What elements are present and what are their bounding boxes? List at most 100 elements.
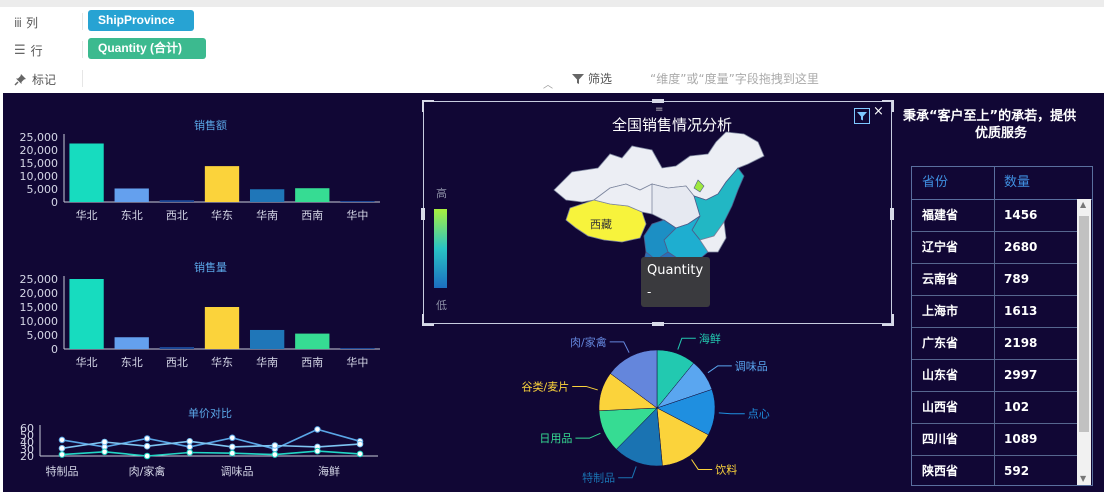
series-point[interactable] — [143, 452, 151, 460]
cell-province: 山西省 — [922, 400, 959, 414]
bar-西南[interactable] — [295, 188, 330, 202]
series-point[interactable] — [143, 435, 151, 442]
series-point[interactable] — [356, 440, 364, 448]
bar-华东[interactable] — [204, 307, 240, 349]
bar-东北[interactable] — [114, 188, 149, 202]
filter-funnel-icon — [572, 73, 584, 84]
sales-volume-bar-chart: 05,00010,00015,00020,00025,000 华北 东北 西北 华东 华南… — [20, 273, 380, 369]
cell-quantity: 592 — [1004, 464, 1030, 478]
bar-西北[interactable] — [159, 347, 195, 349]
table-row[interactable]: 上海市 1613 — [912, 295, 1078, 328]
x-tick-label: 华北 — [76, 355, 98, 369]
scroll-down-icon[interactable]: ▼ — [1080, 474, 1086, 483]
filter-label[interactable]: 筛选 — [572, 70, 612, 87]
map-filter-button[interactable] — [854, 108, 870, 124]
table-row[interactable]: 云南省 789 — [912, 263, 1078, 296]
series-point[interactable] — [143, 442, 151, 450]
pin-icon — [14, 74, 26, 86]
series-point[interactable] — [314, 426, 321, 433]
map-close-icon[interactable]: × — [873, 104, 884, 119]
bar-华北[interactable] — [69, 279, 104, 349]
cell-quantity: 1613 — [1004, 304, 1038, 318]
pie-leader-line — [609, 341, 630, 353]
series-point[interactable] — [186, 443, 194, 451]
header-quantity[interactable]: 数量 — [1004, 167, 1030, 199]
pie-label: 日用品 — [539, 432, 572, 445]
table-header: 省份 数量 — [912, 167, 1092, 200]
series-point[interactable] — [271, 451, 279, 458]
resize-handle[interactable] — [652, 99, 664, 103]
province-quantity-table: 省份 数量 福建省 1456 辽宁省 2680 云南省 789 上海市 1613 广东省 2198… — [911, 166, 1093, 486]
series-point[interactable] — [101, 448, 108, 456]
bar-华北[interactable] — [69, 143, 104, 203]
x-tick-label: 华中 — [346, 355, 368, 369]
bar-华中[interactable] — [340, 201, 375, 202]
pie-label: 调味品 — [735, 360, 768, 373]
bar-华南[interactable] — [249, 329, 285, 349]
table-row[interactable]: 辽宁省 2680 — [912, 231, 1078, 264]
column-divider — [994, 231, 995, 263]
table-row[interactable]: 山东省 2997 — [912, 359, 1078, 392]
series-point[interactable] — [58, 451, 66, 458]
bar-华南[interactable] — [249, 189, 285, 202]
y-tick-label: 25,000 — [20, 131, 59, 144]
y-tick-label: 25,000 — [20, 273, 59, 286]
scroll-up-icon[interactable]: ▲ — [1080, 200, 1086, 209]
bar-东北[interactable] — [114, 337, 149, 349]
resize-handle[interactable] — [890, 208, 894, 220]
series-point[interactable] — [186, 438, 194, 445]
x-tick-label: 西北 — [166, 209, 188, 222]
table-row[interactable]: 陕西省 592 — [912, 455, 1078, 485]
series-point[interactable] — [356, 450, 364, 458]
column-divider — [994, 391, 995, 423]
x-tick-label: 西南 — [301, 209, 323, 222]
x-tick-label: 海鲜 — [318, 464, 340, 478]
rows-shelf-label: ☰ 行 — [14, 43, 43, 58]
series-point[interactable] — [186, 449, 194, 456]
resize-handle[interactable] — [422, 100, 434, 112]
y-tick-label: 5,000 — [27, 183, 59, 196]
sales-amount-bar-chart: 05,00010,00015,00020,00025,000 华北 东北 西北 华东 华南… — [20, 131, 380, 222]
series-point[interactable] — [314, 447, 321, 455]
series-point[interactable] — [58, 436, 66, 444]
series-point[interactable] — [228, 449, 236, 457]
columns-icon: iii — [14, 15, 22, 30]
tooltip-value: - — [647, 285, 652, 299]
slogan-line-2: 优质服务 — [975, 126, 1028, 141]
price-compare-line-chart: 2030405060特制品 肉/家禽 调味品 海鲜 — [20, 422, 378, 478]
table-row[interactable]: 山西省 102 — [912, 391, 1078, 424]
resize-handle[interactable] — [422, 314, 434, 326]
series-point[interactable] — [228, 443, 236, 451]
series-point[interactable] — [101, 438, 108, 446]
category-pie-chart: 海鲜调味品点心饮料特制品 日用品 谷类/麦片 肉/家禽 — [521, 331, 769, 484]
pie-label: 海鲜 — [699, 331, 721, 345]
header-province[interactable]: 省份 — [922, 167, 948, 199]
marks-label[interactable]: 标记 — [14, 71, 56, 88]
map-legend-gradient[interactable] — [434, 209, 447, 288]
pie-leader-line — [707, 365, 732, 374]
columns-shelf-label: iii 列 — [14, 15, 39, 31]
rows-pill-quantity[interactable]: Quantity (合计) — [88, 38, 206, 59]
bar-华东[interactable] — [204, 166, 240, 202]
columns-pill-shipprovince[interactable]: ShipProvince — [88, 10, 194, 31]
cell-province: 云南省 — [922, 272, 959, 286]
series-point[interactable] — [271, 442, 279, 449]
bar-西北[interactable] — [159, 200, 195, 202]
column-divider — [994, 263, 995, 295]
series-point[interactable] — [58, 445, 66, 452]
bar-西南[interactable] — [295, 333, 330, 349]
series-point[interactable] — [228, 434, 236, 442]
table-row[interactable]: 福建省 1456 — [912, 199, 1078, 232]
filter-drop-hint[interactable]: “维度”或“度量”字段拖拽到这里 — [650, 70, 819, 87]
x-tick-label: 肉/家禽 — [129, 464, 166, 478]
resize-handle[interactable] — [882, 314, 894, 326]
bar-华中[interactable] — [340, 348, 375, 349]
shelf-separator — [82, 13, 83, 30]
table-row[interactable]: 四川省 1089 — [912, 423, 1078, 456]
table-row[interactable]: 广东省 2198 — [912, 327, 1078, 360]
collapse-chevron-icon[interactable]: ︿ — [543, 76, 553, 91]
resize-handle[interactable] — [421, 208, 425, 220]
rows-icon: ☰ — [14, 43, 26, 58]
cell-province: 上海市 — [922, 304, 959, 318]
table-scrollbar-thumb[interactable] — [1079, 216, 1089, 432]
